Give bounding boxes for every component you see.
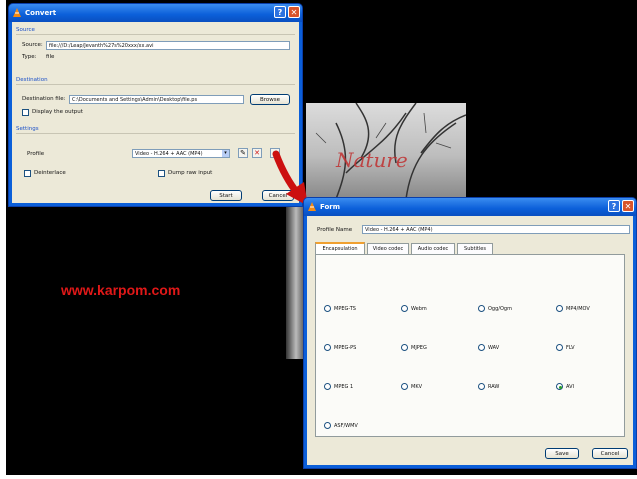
delete-profile-icon[interactable]: ✕ — [252, 148, 262, 158]
radio-wav[interactable] — [478, 344, 485, 351]
radio-label: Webm — [411, 306, 427, 312]
radio-mjpeg[interactable] — [401, 344, 408, 351]
profile-label: Profile — [27, 151, 45, 157]
type-value: file — [46, 54, 55, 60]
convert-dialog: Convert ? ✕ Source Source: file:///D:/Le… — [8, 3, 303, 207]
radio-flv[interactable] — [556, 344, 563, 351]
destination-group-label: Destination — [16, 77, 48, 83]
form-dialog: Form ? ✕ Profile Name Video - H.264 + AA… — [303, 197, 637, 469]
vlc-cone-icon — [13, 8, 21, 17]
form-client: Profile Name Video - H.264 + AAC (MP4) E… — [307, 216, 633, 465]
photo-caption: Nature — [336, 148, 408, 172]
profile-name-label: Profile Name — [317, 227, 353, 233]
close-button[interactable]: ✕ — [622, 200, 634, 212]
radio-label: AVI — [566, 384, 574, 390]
display-output-checkbox[interactable] — [22, 109, 29, 116]
radio-asf-wmv[interactable] — [324, 422, 331, 429]
form-title: Form — [320, 203, 341, 211]
convert-titlebar: Convert ? ✕ — [9, 4, 302, 22]
radio-avi[interactable] — [556, 383, 563, 390]
watermark-text: www.karpom.com — [61, 282, 181, 298]
radio-label: FLV — [566, 345, 575, 351]
radio-raw[interactable] — [478, 383, 485, 390]
source-label: Source: — [22, 42, 43, 48]
radio-mpeg1[interactable] — [324, 383, 331, 390]
radio-label: RAW — [488, 384, 500, 390]
radio-webm[interactable] — [401, 305, 408, 312]
convert-client: Source Source: file:///D:/Leap/Jevanth%2… — [12, 22, 299, 203]
start-button[interactable]: Start — [210, 190, 242, 201]
destination-file-label: Destination file: — [22, 96, 66, 102]
destination-file-field[interactable]: C:\Documents and Settings\Admin\Desktop\… — [69, 95, 244, 104]
display-output-label: Display the output — [32, 109, 83, 115]
radio-mkv[interactable] — [401, 383, 408, 390]
radio-label: MP4/MOV — [566, 306, 590, 312]
form-titlebar: Form ? ✕ — [304, 198, 636, 216]
save-button[interactable]: Save — [545, 448, 579, 459]
radio-label: ASF/WMV — [334, 423, 358, 429]
edit-profile-icon[interactable]: ✎ — [238, 148, 248, 158]
close-button[interactable]: ✕ — [288, 6, 300, 18]
radio-label: MKV — [411, 384, 423, 390]
help-button[interactable]: ? — [608, 200, 620, 212]
deinterlace-label: Deinterlace — [34, 170, 66, 176]
radio-label: MPEG 1 — [334, 384, 354, 390]
radio-label: Ogg/Ogm — [488, 306, 512, 312]
divider — [16, 133, 295, 134]
encapsulation-panel: MPEG-TS Webm Ogg/Ogm MP4/MOV MPEG-PS MJP… — [315, 254, 625, 437]
radio-mp4[interactable] — [556, 305, 563, 312]
radio-ogg[interactable] — [478, 305, 485, 312]
vlc-cone-icon — [308, 202, 316, 211]
tab-video-codec[interactable]: Video codec — [367, 243, 409, 254]
radio-label: MPEG-TS — [334, 306, 356, 312]
tab-encapsulation[interactable]: Encapsulation — [315, 242, 365, 254]
profile-select[interactable]: Video - H.264 + AAC (MP4) — [132, 149, 230, 158]
tab-subtitles[interactable]: Subtitles — [457, 243, 493, 254]
cancel-button[interactable]: Cancel — [592, 448, 628, 459]
dump-raw-input-checkbox[interactable] — [158, 170, 165, 177]
dump-raw-input-label: Dump raw input — [168, 170, 213, 176]
divider — [16, 34, 295, 35]
chevron-down-icon[interactable]: ▾ — [222, 150, 229, 157]
source-group-label: Source — [16, 27, 35, 33]
source-field[interactable]: file:///D:/Leap/Jevanth%27s%20xxx/xx.avi — [46, 41, 290, 50]
tab-audio-codec[interactable]: Audio codec — [411, 243, 455, 254]
radio-mpeg-ps[interactable] — [324, 344, 331, 351]
deinterlace-checkbox[interactable] — [24, 170, 31, 177]
convert-title: Convert — [25, 9, 57, 17]
browse-button[interactable]: Browse — [250, 94, 290, 105]
type-label: Type: — [22, 54, 37, 60]
divider — [16, 84, 295, 85]
help-button[interactable]: ? — [274, 6, 286, 18]
profile-name-field[interactable]: Video - H.264 + AAC (MP4) — [362, 225, 630, 234]
radio-mpeg-ts[interactable] — [324, 305, 331, 312]
radio-label: MPEG-PS — [334, 345, 357, 351]
settings-group-label: Settings — [16, 126, 39, 132]
radio-label: WAV — [488, 345, 500, 351]
radio-label: MJPEG — [411, 345, 427, 351]
